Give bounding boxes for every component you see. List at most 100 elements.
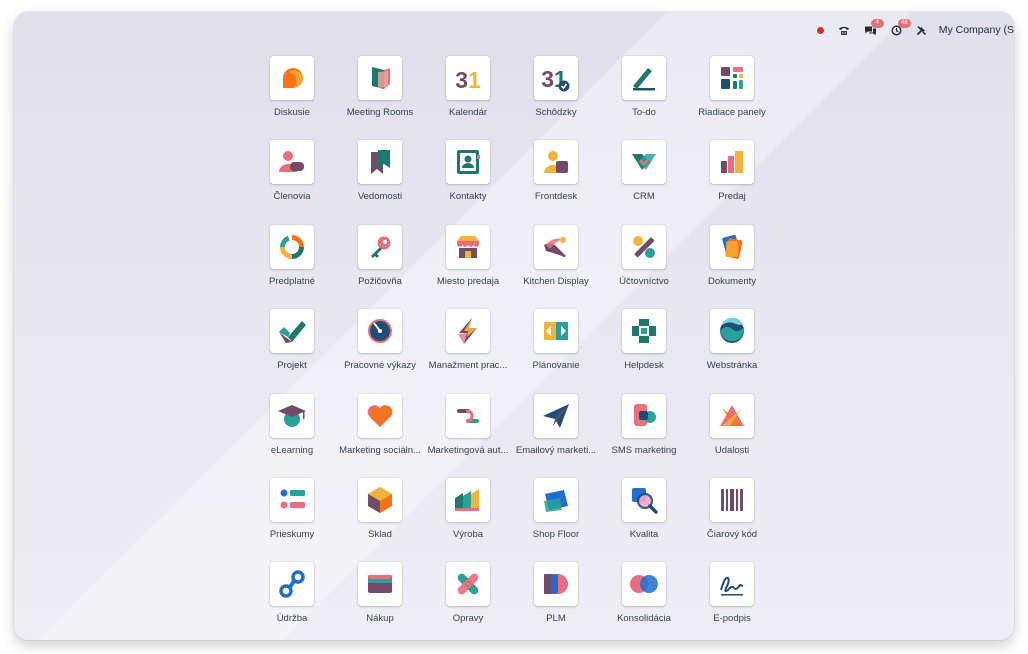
app-tile-helpdesk — [622, 309, 666, 354]
app-project[interactable]: Projekt — [248, 309, 336, 393]
app-subscriptions[interactable]: Predplatné — [248, 224, 336, 309]
app-todo[interactable]: To-do — [600, 56, 688, 140]
app-sales[interactable]: Predaj — [688, 140, 776, 224]
app-tile-quality — [622, 477, 666, 522]
app-label: Diskusie — [274, 107, 310, 118]
app-barcode[interactable]: Čiarový kód — [688, 477, 776, 562]
app-events[interactable]: Udalosti — [688, 393, 776, 478]
app-purchase[interactable]: Nákup — [336, 562, 424, 640]
manufacturing-icon — [455, 488, 479, 511]
app-tile-website — [710, 309, 754, 354]
app-tile-purchase — [358, 562, 402, 607]
discuss-icon — [283, 68, 303, 88]
app-manufacturing[interactable]: Výroba — [424, 477, 512, 562]
voip-button[interactable] — [838, 25, 850, 36]
app-label: Marketingová aut... — [427, 444, 509, 456]
app-tile-shop-floor — [534, 477, 578, 522]
quality-icon — [632, 487, 658, 514]
members-icon — [279, 151, 304, 173]
app-tile-accounting — [622, 224, 666, 269]
app-tile-meeting-rooms — [358, 56, 402, 100]
app-label: Marketing sociáln... — [339, 444, 421, 456]
app-knowledge[interactable]: Vedomosti — [336, 140, 424, 224]
app-label: Emailový marketi... — [515, 444, 597, 456]
app-label: Účtovníctvo — [619, 275, 669, 287]
calendar-icon: 31 — [455, 67, 481, 93]
app-tile-marketing-automation — [446, 393, 490, 438]
app-tile-crm — [622, 140, 666, 185]
app-label: Kalendár — [448, 107, 488, 118]
app-maintenance[interactable]: Údržba — [248, 562, 336, 640]
app-website[interactable]: Webstránka — [688, 309, 776, 393]
app-inventory[interactable]: Sklad — [336, 477, 424, 562]
app-elearning[interactable]: eLearning — [248, 393, 336, 478]
app-tile-planning-management — [446, 309, 490, 354]
email-marketing-icon — [543, 403, 569, 428]
planning-management-icon — [458, 318, 477, 345]
app-sms-marketing[interactable]: SMS marketing — [600, 393, 688, 478]
app-label: Predaj — [718, 191, 746, 203]
app-shop-floor[interactable]: Shop Floor — [512, 477, 600, 562]
app-tile-planning — [534, 309, 578, 354]
app-surveys[interactable]: Prieskumy — [248, 477, 336, 562]
app-planning[interactable]: Plánovanie — [512, 309, 600, 393]
subscriptions-icon — [280, 234, 304, 259]
crm-icon — [632, 154, 656, 171]
app-appointments[interactable]: 31 Schôdzky — [512, 56, 600, 140]
app-tile-project — [270, 309, 314, 354]
project-icon — [279, 321, 306, 344]
app-rental[interactable]: Požičovňa — [336, 224, 424, 309]
inventory-icon — [368, 486, 392, 513]
app-members[interactable]: Členovia — [248, 140, 336, 224]
app-dashboards[interactable]: Riadiace panely — [688, 56, 776, 140]
app-tile-inventory — [358, 477, 402, 522]
app-kitchen-display[interactable]: Kitchen Display — [512, 224, 600, 309]
app-tile-contacts — [446, 140, 490, 185]
app-label: Kvalita — [629, 528, 659, 540]
repairs-icon — [457, 573, 479, 595]
messaging-button[interactable]: 4 — [864, 18, 884, 36]
app-helpdesk[interactable]: Helpdesk — [600, 309, 688, 393]
recording-indicator[interactable] — [816, 26, 824, 34]
app-tile-documents — [710, 224, 754, 269]
social-marketing-icon — [367, 404, 393, 427]
app-planning-management[interactable]: Manažment prac... — [424, 309, 512, 393]
barcode-icon — [721, 488, 743, 511]
app-discuss[interactable]: Diskusie — [248, 56, 336, 140]
app-calendar[interactable]: 31 Kalendár — [424, 56, 512, 140]
rental-icon — [371, 236, 391, 258]
app-timesheets[interactable]: Pracovné výkazy — [336, 309, 424, 393]
phone-icon — [838, 26, 849, 35]
app-frontdesk[interactable]: Frontdesk — [512, 140, 600, 224]
app-tile-kitchen-display — [534, 224, 578, 269]
app-crm[interactable]: CRM — [600, 140, 688, 224]
app-meeting-rooms[interactable]: Meeting Rooms — [336, 56, 424, 140]
maintenance-icon — [279, 570, 305, 599]
app-label: Nákup — [366, 613, 394, 625]
app-grid: Diskusie Meeting Rooms 31 Kalendár 31 Sc… — [248, 56, 776, 640]
app-tile-dashboards — [710, 56, 754, 100]
debug-tools-button[interactable] — [916, 25, 927, 36]
app-point-of-sale[interactable]: Miesto predaja — [424, 224, 512, 309]
meeting-rooms-icon — [372, 67, 390, 89]
app-plm[interactable]: PLM — [512, 562, 600, 640]
company-switcher[interactable]: My Company (S — [939, 24, 1014, 36]
activity-button[interactable]: 48 — [891, 18, 911, 36]
consolidation-icon — [630, 575, 658, 594]
app-social-marketing[interactable]: Marketing sociáln... — [336, 393, 424, 478]
app-consolidation[interactable]: Konsolidácia — [600, 562, 688, 640]
app-sign[interactable]: E-podpis — [688, 562, 776, 640]
app-tile-sign — [710, 562, 754, 607]
elearning-icon — [278, 404, 306, 427]
app-marketing-automation[interactable]: Marketingová aut... — [424, 393, 512, 478]
app-repairs[interactable]: Opravy — [424, 562, 512, 640]
app-quality[interactable]: Kvalita — [600, 477, 688, 562]
app-label: Konsolidácia — [617, 613, 671, 625]
sign-icon — [720, 577, 744, 596]
app-contacts[interactable]: Kontakty — [424, 140, 512, 224]
app-accounting[interactable]: Účtovníctvo — [600, 224, 688, 309]
app-email-marketing[interactable]: Emailový marketi... — [512, 393, 600, 478]
app-label: eLearning — [270, 444, 314, 456]
app-label: Dokumenty — [707, 275, 757, 287]
app-documents[interactable]: Dokumenty — [688, 224, 776, 309]
